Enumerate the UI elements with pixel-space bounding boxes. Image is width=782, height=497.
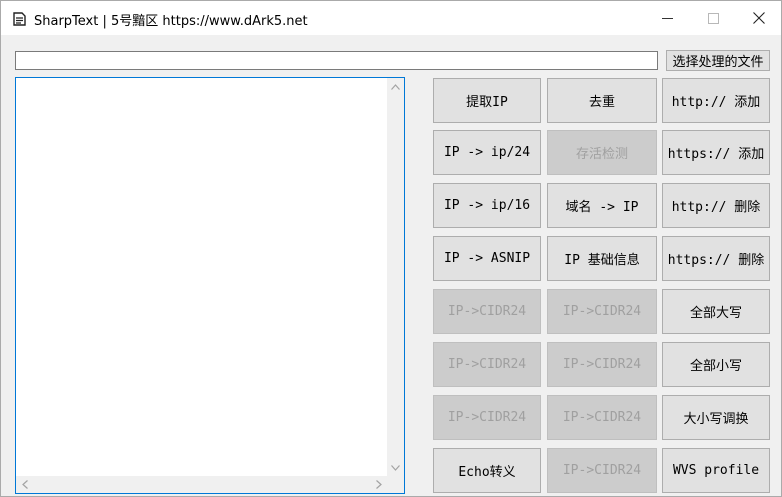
echo-escape-button[interactable]: Echo转义 — [433, 448, 541, 493]
file-path-input[interactable] — [15, 51, 658, 70]
maximize-icon — [707, 12, 719, 24]
add-http-button[interactable]: http:// 添加 — [662, 78, 770, 123]
close-icon — [753, 12, 765, 24]
vertical-scrollbar[interactable] — [387, 78, 404, 476]
remove-http-button[interactable]: http:// 删除 — [662, 183, 770, 228]
document-icon — [13, 11, 26, 26]
scroll-down-icon[interactable] — [387, 459, 404, 476]
ip-cidr24-2-button[interactable]: IP->CIDR24 — [433, 342, 541, 387]
wvs-profile-button[interactable]: WVS profile — [662, 448, 770, 493]
ip-cidr24-5-button[interactable]: IP->CIDR24 — [547, 342, 657, 387]
select-file-button[interactable]: 选择处理的文件 — [666, 50, 770, 71]
extract-ip-button[interactable]: 提取IP — [433, 78, 541, 123]
window-title: SharpText | 5号黯区 https://www.dArk5.net — [34, 14, 308, 29]
swap-case-button[interactable]: 大小写调换 — [662, 395, 770, 440]
ip-cidr24-3-button[interactable]: IP->CIDR24 — [433, 395, 541, 440]
scroll-left-icon[interactable] — [16, 476, 33, 493]
maximize-button[interactable] — [690, 1, 736, 35]
ip-to-asnip-button[interactable]: IP -> ASNIP — [433, 236, 541, 281]
scroll-up-icon[interactable] — [387, 78, 404, 95]
add-https-button[interactable]: https:// 添加 — [662, 130, 770, 175]
domain-to-ip-button[interactable]: 域名 -> IP — [547, 183, 657, 228]
ip-cidr24-7-button[interactable]: IP->CIDR24 — [547, 448, 657, 493]
horizontal-scrollbar[interactable] — [16, 476, 387, 493]
remove-https-button[interactable]: https:// 删除 — [662, 236, 770, 281]
ip-basic-info-button[interactable]: IP 基础信息 — [547, 236, 657, 281]
ip-cidr24-6-button[interactable]: IP->CIDR24 — [547, 395, 657, 440]
close-button[interactable] — [736, 1, 782, 35]
all-upper-button[interactable]: 全部大写 — [662, 289, 770, 334]
ip-cidr24-1-button[interactable]: IP->CIDR24 — [433, 289, 541, 334]
ip-to-c24-button[interactable]: IP -> ip/24 — [433, 130, 541, 175]
minimize-icon — [661, 13, 673, 24]
ip-to-b16-button[interactable]: IP -> ip/16 — [433, 183, 541, 228]
alive-check-button[interactable]: 存活检测 — [547, 130, 657, 175]
title-bar[interactable]: SharpText | 5号黯区 https://www.dArk5.net — [1, 1, 781, 35]
text-editor[interactable] — [15, 77, 405, 494]
app-window: SharpText | 5号黯区 https://www.dArk5.net 选… — [0, 0, 782, 497]
all-lower-button[interactable]: 全部小写 — [662, 342, 770, 387]
scrollbar-corner — [387, 476, 404, 493]
dedupe-button[interactable]: 去重 — [547, 78, 657, 123]
scroll-right-icon[interactable] — [370, 476, 387, 493]
ip-cidr24-4-button[interactable]: IP->CIDR24 — [547, 289, 657, 334]
minimize-button[interactable] — [644, 1, 690, 35]
